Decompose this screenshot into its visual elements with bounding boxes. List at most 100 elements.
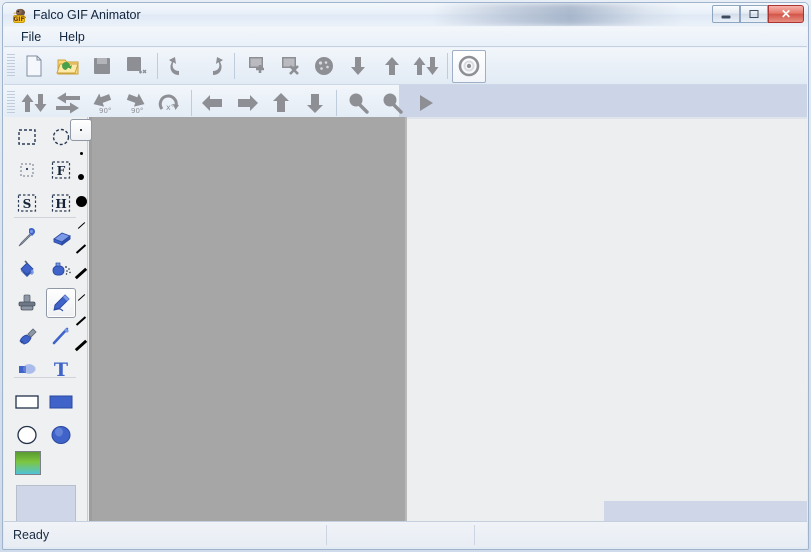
- select-h-tool[interactable]: H: [46, 188, 76, 218]
- select-f-tool[interactable]: F: [46, 155, 76, 185]
- ellipse-outline-icon: [15, 424, 39, 446]
- paint-bucket-tool[interactable]: [12, 255, 42, 285]
- line-icon: [50, 325, 72, 347]
- transparency-target-button[interactable]: [452, 49, 486, 83]
- play-animation-button[interactable]: [409, 87, 443, 120]
- next-frame-button[interactable]: [230, 87, 264, 120]
- stamp-tool[interactable]: [12, 288, 42, 318]
- rotate-left-90-button[interactable]: 90°: [85, 87, 119, 120]
- svg-text:H: H: [55, 197, 66, 211]
- delete-frame-button[interactable]: [273, 50, 307, 83]
- status-separator: [326, 525, 327, 545]
- client-area: [4, 117, 807, 521]
- palette-divider: [14, 377, 76, 378]
- menu-bar: File Help: [4, 27, 807, 47]
- eyedropper-tool[interactable]: [12, 222, 42, 252]
- minimize-button[interactable]: [712, 5, 740, 23]
- eraser-tool[interactable]: [46, 222, 76, 252]
- move-up-button[interactable]: [264, 87, 298, 120]
- rect-outline-icon: [14, 393, 40, 411]
- previous-frame-button[interactable]: [196, 87, 230, 120]
- brush-size-option[interactable]: [74, 237, 88, 261]
- title-bar-blur-artifact: [433, 3, 683, 26]
- svg-text:x°: x°: [166, 103, 175, 112]
- maximize-button[interactable]: [740, 5, 768, 23]
- brush-size-option[interactable]: [74, 141, 88, 165]
- frames-panel[interactable]: [407, 117, 807, 521]
- save-button[interactable]: [85, 50, 119, 83]
- toolbar-separator: [157, 53, 158, 79]
- open-folder-button[interactable]: [51, 50, 85, 83]
- brush-size-option[interactable]: [74, 165, 88, 189]
- animation-canvas[interactable]: [92, 117, 405, 521]
- brush-size-selector: [70, 117, 92, 367]
- brush-stroke-3: [74, 267, 88, 279]
- toolbar-grip[interactable]: [7, 54, 15, 78]
- menu-help[interactable]: Help: [50, 28, 94, 46]
- pencil-icon: [50, 292, 72, 314]
- zoom-out-button[interactable]: [375, 87, 409, 120]
- pencil-tool[interactable]: [46, 288, 76, 318]
- brush-stroke-1: [77, 293, 85, 301]
- brush-stroke-2: [75, 244, 87, 254]
- move-up-button[interactable]: [375, 50, 409, 83]
- redo-button[interactable]: [196, 50, 230, 83]
- brush-size-option[interactable]: [70, 119, 92, 141]
- brush-size-option[interactable]: [74, 213, 88, 237]
- brush-size-option[interactable]: [74, 189, 88, 213]
- toolbar-background-fill: [399, 85, 807, 121]
- close-button[interactable]: ✕: [768, 5, 804, 23]
- brush-size-option[interactable]: [74, 261, 88, 285]
- brush-dot-2: [80, 129, 82, 131]
- save-as-button[interactable]: [119, 50, 153, 83]
- swap-arrows-button[interactable]: [409, 50, 443, 83]
- status-message: Ready: [13, 527, 50, 542]
- ellipse-filled-tool[interactable]: [46, 420, 76, 450]
- brush-size-option[interactable]: [74, 309, 88, 333]
- menu-file[interactable]: File: [12, 28, 50, 46]
- select-s-icon: S: [16, 192, 38, 214]
- flip-vertical-button[interactable]: [17, 87, 51, 120]
- eyedropper-icon: [16, 226, 38, 248]
- text-tool-tool[interactable]: T: [46, 354, 76, 384]
- brush-tool[interactable]: [12, 321, 42, 351]
- rotate-right-90-button[interactable]: 90°: [119, 87, 153, 120]
- svg-text:F: F: [57, 164, 66, 178]
- rect-outline-tool[interactable]: [12, 387, 42, 417]
- select-f-icon: F: [50, 159, 72, 181]
- move-down-button[interactable]: [298, 87, 332, 120]
- rect-filled-icon: [48, 393, 74, 411]
- add-frame-button[interactable]: [239, 50, 273, 83]
- brush-dot-6: [78, 174, 84, 180]
- brush-size-option[interactable]: [74, 285, 88, 309]
- zoom-in-button[interactable]: [341, 87, 375, 120]
- close-icon: ✕: [780, 7, 792, 21]
- move-down-button[interactable]: [341, 50, 375, 83]
- free-select-tool[interactable]: [12, 155, 42, 185]
- gradient-color-swatch[interactable]: [15, 451, 41, 475]
- flip-horizontal-button[interactable]: [51, 87, 85, 120]
- eraser-icon: [50, 226, 72, 248]
- spray-can-tool[interactable]: [46, 255, 76, 285]
- toolbar-separator: [234, 53, 235, 79]
- undo-button[interactable]: [162, 50, 196, 83]
- rotate-custom-button[interactable]: x°: [153, 87, 187, 120]
- line-tool[interactable]: [46, 321, 76, 351]
- svg-text:90°: 90°: [131, 107, 143, 115]
- rect-filled-tool[interactable]: [46, 387, 76, 417]
- toolbar-separator: [336, 90, 337, 116]
- brush-stroke-1: [77, 221, 85, 229]
- palette-button[interactable]: [307, 50, 341, 83]
- rect-select-tool[interactable]: [12, 122, 42, 152]
- toolbar-grip[interactable]: [7, 91, 15, 115]
- new-document-button[interactable]: [17, 50, 51, 83]
- select-s-tool[interactable]: S: [12, 188, 42, 218]
- ellipse-outline-tool[interactable]: [12, 420, 42, 450]
- title-bar[interactable]: GIF Falco GIF Animator ✕: [3, 3, 808, 26]
- ellipse-select-icon: [50, 126, 72, 148]
- paint-bucket-icon: [16, 259, 38, 281]
- brush-size-option[interactable]: [74, 333, 88, 357]
- blur-tool[interactable]: [12, 354, 42, 384]
- free-select-icon: [16, 159, 38, 181]
- svg-text:90°: 90°: [99, 107, 111, 115]
